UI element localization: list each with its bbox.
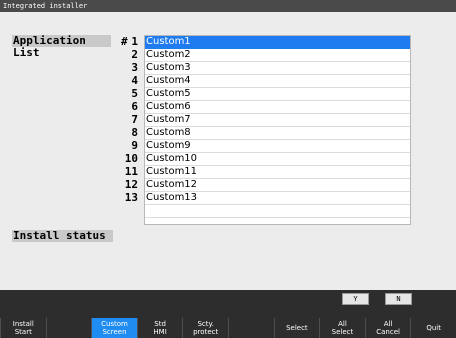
app-list-item-11[interactable]: Custom11 (145, 166, 410, 179)
app-number-5: 5 (131, 87, 138, 100)
fkey-custom-screen[interactable]: Custom Screen (91, 318, 137, 338)
fkey-all-select[interactable]: All Select (319, 318, 365, 338)
app-number-1: 1 (131, 35, 138, 48)
main-panel: Application List # Custom1 Custom2 Custom3… (0, 12, 456, 290)
app-list-item-9[interactable]: Custom9 (145, 140, 410, 153)
app-list-item-7[interactable]: Custom7 (145, 114, 410, 127)
fkey-label: Quit (426, 324, 441, 332)
application-list[interactable]: Custom1 Custom2 Custom3 Custom4 Custom5 Custo… (144, 35, 411, 225)
fkey-label: Select (286, 324, 308, 332)
app-number-6: 6 (131, 100, 138, 113)
app-list-item-13[interactable]: Custom13 (145, 192, 410, 205)
window-title: Integrated installer (0, 0, 456, 12)
fkey-label: Custom Screen (101, 320, 128, 336)
app-list-item-4[interactable]: Custom4 (145, 75, 410, 88)
fkey-label: All Cancel (376, 320, 400, 336)
app-list-item-2[interactable]: Custom2 (145, 49, 410, 62)
app-list-item-8[interactable]: Custom8 (145, 127, 410, 140)
fkey-label: Install Start (12, 320, 34, 336)
app-number-9: 9 (131, 139, 138, 152)
app-list-item-5[interactable]: Custom5 (145, 88, 410, 101)
app-list-item-12[interactable]: Custom12 (145, 179, 410, 192)
fkey-label: Std HMI (153, 320, 167, 336)
fkey-label: Scty. protect (193, 320, 219, 336)
fkey-select[interactable]: Select (273, 318, 320, 338)
empty-list-row[interactable] (145, 205, 410, 218)
fkey-scty-protect[interactable]: Scty. protect (182, 318, 228, 338)
app-list-item-3[interactable]: Custom3 (145, 62, 410, 75)
yes-button[interactable]: Y (342, 293, 369, 305)
application-list-label: Application List (12, 35, 111, 59)
app-list-item-10[interactable]: Custom10 (145, 153, 410, 166)
fkey-blank[interactable] (228, 318, 274, 338)
app-number-12: 12 (124, 178, 138, 191)
app-number-3: 3 (131, 61, 138, 74)
app-number-4: 4 (131, 74, 138, 87)
app-number-13: 13 (124, 191, 138, 204)
app-number-10: 10 (124, 152, 138, 165)
fkey-label: All Select (331, 320, 354, 336)
app-number-11: 11 (124, 165, 138, 178)
no-button[interactable]: N (385, 293, 412, 305)
app-number-8: 8 (131, 126, 138, 139)
app-list-item-1[interactable]: Custom1 (145, 36, 410, 49)
app-list-item-6[interactable]: Custom6 (145, 101, 410, 114)
fkey-all-cancel[interactable]: All Cancel (364, 318, 411, 338)
installer-window: Integrated installer Application List # … (0, 0, 456, 338)
install-status-label: Install status (12, 230, 113, 242)
fkey-install-start[interactable]: Install Start (0, 318, 46, 338)
fkey-std-hmi[interactable]: Std HMI (136, 318, 183, 338)
app-number-2: 2 (131, 48, 138, 61)
fkey-quit[interactable]: Quit (410, 318, 456, 338)
fkey-blank[interactable] (45, 318, 92, 338)
app-number-7: 7 (131, 113, 138, 126)
